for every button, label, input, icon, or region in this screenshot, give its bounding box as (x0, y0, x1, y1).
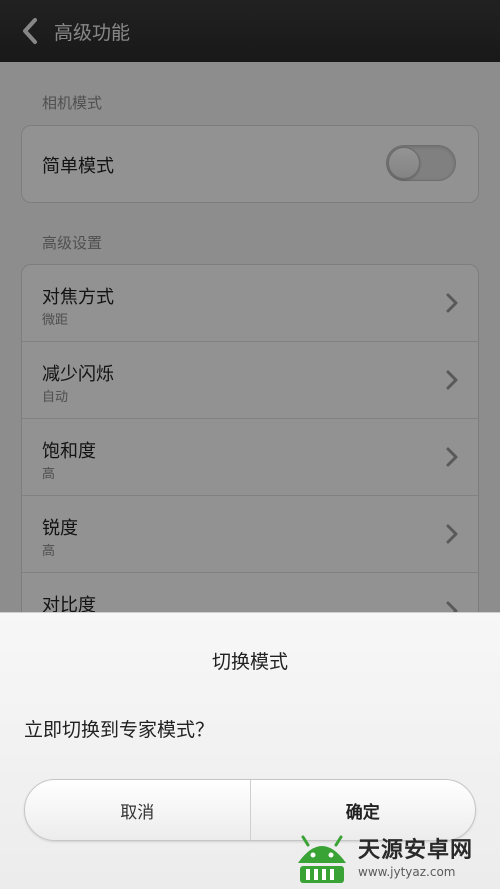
dialog-title: 切换模式 (211, 651, 288, 673)
android-logo-icon (298, 835, 346, 883)
watermark-title: 天源安卓网 (358, 838, 474, 863)
site-watermark: 天源安卓网 www.jytyaz.com (292, 832, 497, 886)
confirm-button[interactable]: 确定 (249, 780, 476, 840)
cancel-button[interactable]: 取消 (25, 780, 250, 840)
dialog-message: 立即切换到专家模式？ (24, 719, 215, 741)
watermark-text: 天源安卓网 www.jytyaz.com (358, 838, 473, 880)
watermark-url: www.jytyaz.com (358, 865, 456, 879)
